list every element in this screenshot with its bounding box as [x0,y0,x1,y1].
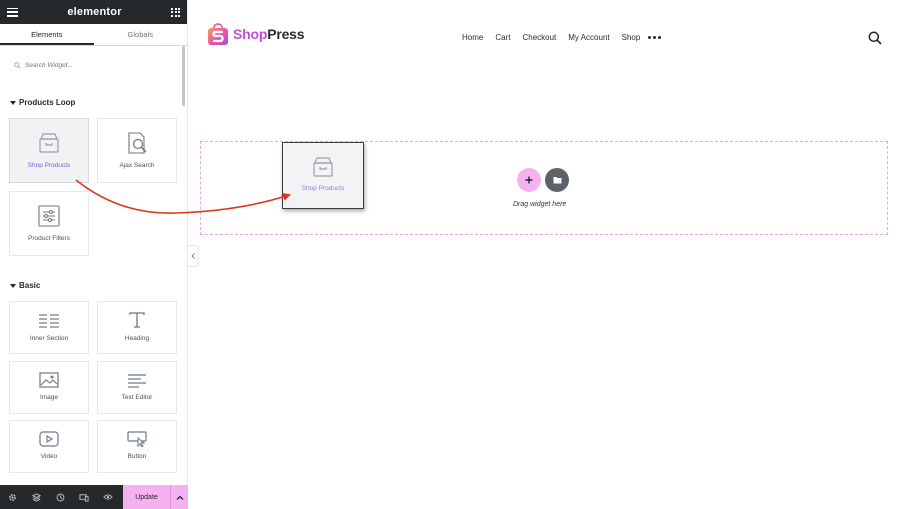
panel-tabs: Elements Globals [0,24,187,46]
panel-footer: Update [0,485,188,509]
search-icon [14,61,21,69]
dragging-widget-ghost[interactable]: Shop Products [282,142,364,209]
button-cursor-icon [127,431,147,447]
logo-press-text: Press [267,26,305,42]
editor-panel: elementor Elements Globals Products Loop… [0,0,188,509]
settings-gear-icon[interactable] [0,485,24,509]
logo-wordmark: ShopPress [233,26,305,42]
tab-elements[interactable]: Elements [0,24,94,45]
widget-label: Shop Products [301,185,345,192]
widget-image[interactable]: Image [9,361,89,414]
more-menu-icon[interactable] [648,36,662,39]
responsive-mode-icon[interactable] [72,485,96,509]
preview-eye-icon[interactable] [96,485,120,509]
shoppress-logo-icon [208,23,228,45]
widget-label: Image [39,394,59,401]
widget-label: Heading [124,335,150,342]
apps-grid-icon[interactable] [171,7,180,17]
shop-products-icon [39,133,59,153]
folder-icon [553,177,561,184]
text-editor-icon [128,374,146,388]
site-logo[interactable]: ShopPress [206,22,305,46]
widget-search [8,56,179,74]
site-search-icon[interactable] [868,31,882,45]
ajax-search-icon [128,132,147,154]
menu-icon[interactable] [7,7,18,17]
widget-label: Product Filters [28,235,70,242]
widget-label: Shop Products [27,162,71,169]
section-title-label: Products Loop [19,98,76,107]
nav-cart[interactable]: Cart [495,33,510,42]
logo-shop-text: Shop [233,26,268,42]
widget-label: Video [40,453,58,460]
image-icon [39,372,59,388]
section-basic[interactable]: Basic [10,281,40,290]
filter-sliders-icon [38,205,60,227]
widget-label: Ajax Search [119,162,155,169]
nav-home[interactable]: Home [462,33,483,42]
plus-icon [525,176,533,184]
nav-checkout[interactable]: Checkout [522,33,556,42]
widget-label: Inner Section [29,335,69,342]
widget-product-filters[interactable]: Product Filters [9,191,89,256]
widget-inner-section[interactable]: Inner Section [9,301,89,354]
site-navigation: Home Cart Checkout My Account Shop [462,33,662,42]
collapse-panel-toggle[interactable] [188,245,198,267]
widget-shop-products[interactable]: Shop Products [9,118,89,183]
drag-widget-hint: Drag widget here [513,201,567,208]
add-section-button[interactable] [517,168,541,192]
video-play-icon [39,431,59,447]
widget-search-input[interactable] [25,61,155,69]
widget-text-editor[interactable]: Text Editor [97,361,177,414]
panel-brand: elementor [67,6,122,18]
history-icon[interactable] [48,485,72,509]
shop-products-icon [313,157,333,177]
section-title-label: Basic [19,281,41,290]
widget-heading[interactable]: Heading [97,301,177,354]
update-options-chevron-up-icon[interactable] [170,485,188,509]
widget-button[interactable]: Button [97,420,177,473]
panel-scrollbar[interactable] [182,46,185,106]
panel-header: elementor [0,0,187,24]
nav-my-account[interactable]: My Account [568,33,609,42]
widget-label: Text Editor [121,394,153,401]
chevron-left-icon [190,253,195,259]
caret-down-icon [10,283,16,288]
caret-down-icon [10,100,16,105]
inner-section-icon [39,314,59,328]
widget-video[interactable]: Video [9,420,89,473]
tab-globals[interactable]: Globals [94,24,188,45]
update-button[interactable]: Update [123,485,170,509]
nav-shop[interactable]: Shop [622,33,641,42]
widget-label: Button [127,453,147,460]
heading-icon [129,312,145,328]
layers-icon[interactable] [24,485,48,509]
widget-ajax-search[interactable]: Ajax Search [97,118,177,183]
add-template-button[interactable] [545,168,569,192]
section-products-loop[interactable]: Products Loop [10,98,75,107]
